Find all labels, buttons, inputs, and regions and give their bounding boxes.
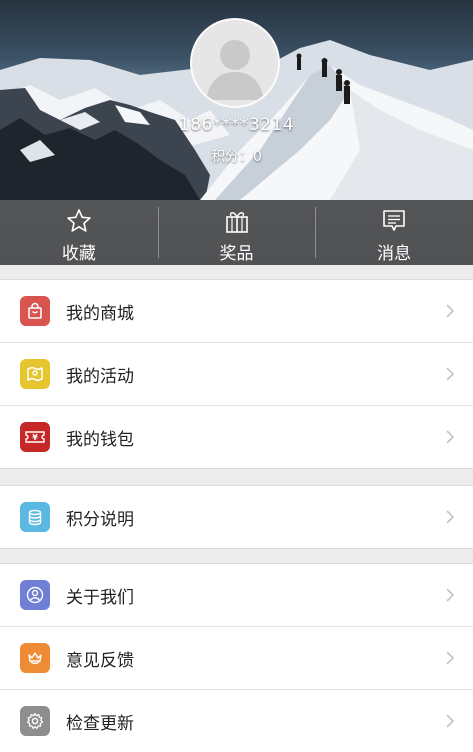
message-icon: [383, 210, 405, 231]
chevron-right-icon: [446, 651, 455, 665]
user-points: 积分：0: [211, 149, 262, 165]
user-phone: 186****3214: [178, 115, 295, 135]
menu-group-1: 我的商城 我的活动 ¥ 我的钱包: [0, 279, 473, 469]
tab-prizes-label: 奖品: [219, 244, 254, 264]
menu-item-label: 意见反馈: [66, 650, 134, 671]
tab-messages[interactable]: 消息: [315, 200, 473, 265]
tab-messages-label: 消息: [377, 244, 412, 264]
menu-item-label: 积分说明: [66, 509, 134, 530]
chevron-right-icon: [446, 430, 455, 444]
chevron-right-icon: [446, 714, 455, 728]
user-icon: [20, 580, 50, 610]
menu-item-my-wallet[interactable]: ¥ 我的钱包: [0, 405, 473, 468]
user-silhouette-icon: [206, 40, 264, 100]
menu-group-2: 积分说明: [0, 485, 473, 549]
menu-item-my-mall[interactable]: 我的商城: [0, 280, 473, 342]
gift-icon: [225, 212, 248, 233]
tab-favorites-label: 收藏: [61, 244, 96, 264]
menu-item-label: 我的商城: [66, 303, 134, 324]
map-icon: [20, 359, 50, 389]
menu-item-my-activities[interactable]: 我的活动: [0, 342, 473, 405]
menu-item-about-us[interactable]: 关于我们: [0, 564, 473, 626]
chevron-right-icon: [446, 367, 455, 381]
ticket-icon: ¥: [20, 422, 50, 452]
avatar[interactable]: [190, 18, 280, 108]
menu-item-label: 我的钱包: [66, 429, 134, 450]
menu-item-points-info[interactable]: 积分说明: [0, 486, 473, 548]
menu-item-label: 检查更新: [66, 713, 134, 734]
chevron-right-icon: [446, 588, 455, 602]
shopping-bag-icon: [20, 296, 50, 326]
profile-tabbar: 收藏 奖品 消息: [0, 200, 473, 265]
svg-text:¥: ¥: [32, 433, 38, 442]
chevron-right-icon: [446, 304, 455, 318]
tab-favorites[interactable]: 收藏: [0, 200, 158, 265]
gear-icon: [20, 706, 50, 736]
menu-item-label: 关于我们: [66, 587, 134, 608]
chevron-right-icon: [446, 510, 455, 524]
menu-group-3: 关于我们 意见反馈 检查更新: [0, 563, 473, 752]
profile-header: 186****3214 积分：0 收藏 奖品 消息: [0, 0, 473, 265]
menu-item-feedback[interactable]: 意见反馈: [0, 626, 473, 689]
tab-prizes[interactable]: 奖品: [157, 200, 316, 265]
flower-icon: [20, 643, 50, 673]
star-icon: [67, 209, 91, 232]
menu-item-check-update[interactable]: 检查更新: [0, 689, 473, 752]
menu-item-label: 我的活动: [66, 366, 134, 387]
coins-icon: [20, 502, 50, 532]
